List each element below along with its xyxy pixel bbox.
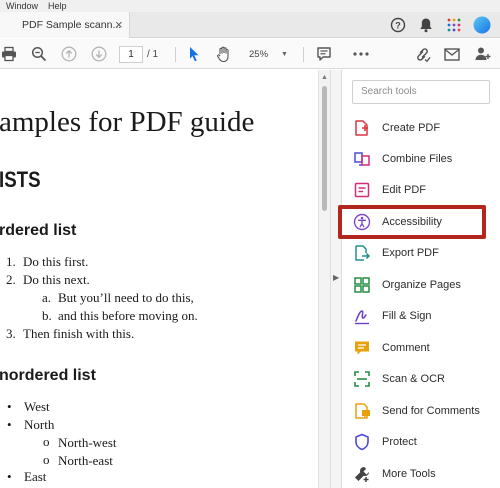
- document-tab[interactable]: PDF Sample scann... ×: [0, 12, 130, 38]
- tool-create-pdf[interactable]: Create PDF: [352, 117, 492, 139]
- chevron-down-icon: ▼: [281, 51, 288, 58]
- export-pdf-icon: [352, 243, 372, 263]
- tool-scan-ocr[interactable]: Scan & OCR: [352, 368, 492, 390]
- tool-label: Protect: [382, 436, 417, 448]
- document-title: amples for PDF guide: [0, 106, 255, 138]
- tool-protect[interactable]: Protect: [352, 431, 492, 453]
- list-item: Then finish with this.: [23, 326, 135, 341]
- scroll-up-arrow-icon[interactable]: ▲: [321, 74, 328, 81]
- list-marker: a.: [42, 290, 52, 305]
- comment-icon: [352, 338, 372, 358]
- tool-label: More Tools: [382, 468, 436, 480]
- next-page-icon[interactable]: [89, 44, 109, 64]
- zoom-level-value: 25%: [249, 49, 269, 60]
- list-item: But you’ll need to do this,: [58, 290, 194, 305]
- tool-more-tools[interactable]: More Tools: [352, 463, 492, 485]
- email-icon[interactable]: [442, 44, 462, 64]
- ordered-list-heading: rdered list: [0, 222, 77, 239]
- tool-comment[interactable]: Comment: [352, 337, 492, 359]
- bullet-marker: •: [7, 469, 12, 484]
- list-marker: 3.: [6, 326, 16, 341]
- tool-label: Send for Comments: [382, 405, 480, 417]
- avatar[interactable]: [472, 16, 492, 34]
- tab-close-button[interactable]: ×: [115, 12, 123, 38]
- comment-icon[interactable]: [314, 44, 334, 64]
- more-options-icon[interactable]: [351, 44, 371, 64]
- send-for-comments-icon: [352, 401, 372, 421]
- bullet-marker: •: [7, 417, 12, 432]
- menu-help[interactable]: Help: [48, 0, 67, 12]
- document-scrollbar[interactable]: ▲: [318, 70, 330, 488]
- pane-divider: ▶: [330, 70, 342, 488]
- unordered-list-heading: nordered list: [0, 367, 96, 384]
- document-page[interactable]: amples for PDF guide ISTS rdered list 1.…: [0, 70, 318, 488]
- share-link-icon[interactable]: [412, 44, 432, 64]
- scrollbar-thumb[interactable]: [322, 86, 327, 211]
- select-cursor-icon[interactable]: [185, 44, 203, 64]
- bullet-marker: o: [43, 452, 50, 467]
- list-item: Do this next.: [23, 272, 90, 287]
- tool-organize-pages[interactable]: Organize Pages: [352, 274, 492, 296]
- organize-pages-icon: [352, 275, 372, 295]
- tool-label: Combine Files: [382, 153, 453, 165]
- list-item: and this before moving on.: [58, 308, 198, 323]
- tool-label: Comment: [382, 342, 430, 354]
- tool-combine-files[interactable]: Combine Files: [352, 148, 492, 170]
- tool-send-for-comments[interactable]: Send for Comments: [352, 400, 492, 422]
- list-item: East: [24, 469, 47, 484]
- protect-icon: [352, 432, 372, 452]
- tool-label: Fill & Sign: [382, 310, 432, 322]
- tool-export-pdf[interactable]: Export PDF: [352, 242, 492, 264]
- tool-fill-sign[interactable]: Fill & Sign: [352, 305, 492, 327]
- edit-pdf-icon: [352, 180, 372, 200]
- search-tools-input[interactable]: Search tools: [352, 80, 490, 104]
- page-number-input[interactable]: 1: [119, 46, 143, 63]
- previous-page-icon[interactable]: [59, 44, 79, 64]
- list-item: North: [24, 417, 55, 432]
- add-user-icon[interactable]: [472, 44, 492, 64]
- more-tools-icon: [352, 464, 372, 484]
- tool-label: Organize Pages: [382, 279, 461, 291]
- list-marker: 1.: [6, 254, 16, 269]
- tool-label: Export PDF: [382, 247, 439, 259]
- list-item: North-east: [58, 453, 113, 468]
- hand-tool-icon[interactable]: [214, 44, 234, 64]
- list-marker: b.: [42, 308, 52, 323]
- tab-title: PDF Sample scann...: [22, 19, 122, 31]
- tools-pane: Search tools Create PDF Combine Files Ed…: [342, 70, 500, 488]
- tool-edit-pdf[interactable]: Edit PDF: [352, 179, 492, 201]
- list-marker: 2.: [6, 272, 16, 287]
- list-item: North-west: [58, 435, 117, 450]
- create-pdf-icon: [352, 118, 372, 138]
- accessibility-highlight-box: [338, 205, 486, 239]
- section-heading-lists: ISTS: [0, 167, 41, 192]
- scan-ocr-icon: [352, 369, 372, 389]
- svg-text:?: ?: [395, 21, 401, 31]
- tool-label: Edit PDF: [382, 184, 427, 196]
- main-toolbar: 1 / 1 25% ▼: [0, 39, 500, 69]
- list-item: Do this first.: [23, 254, 89, 269]
- bullet-marker: o: [43, 434, 50, 449]
- toolbar-separator: [175, 47, 176, 62]
- help-icon[interactable]: ?: [389, 16, 407, 34]
- apps-grid-icon[interactable]: [445, 16, 463, 34]
- collapse-pane-icon[interactable]: ▶: [333, 273, 339, 282]
- zoom-level-select[interactable]: 25% ▼: [245, 46, 292, 63]
- combine-files-icon: [352, 149, 372, 169]
- list-item: West: [24, 399, 50, 414]
- menu-bar: Window Help: [0, 0, 500, 12]
- bullet-marker: •: [7, 399, 12, 414]
- tool-label: Create PDF: [382, 122, 441, 134]
- print-icon[interactable]: [0, 44, 18, 64]
- toolbar-separator: [303, 47, 304, 62]
- zoom-search-icon[interactable]: [29, 44, 49, 64]
- tool-label: Scan & OCR: [382, 373, 445, 385]
- menu-window[interactable]: Window: [6, 0, 38, 12]
- fill-sign-icon: [352, 306, 372, 326]
- notifications-bell-icon[interactable]: [417, 16, 435, 34]
- page-total-label: / 1: [147, 49, 159, 60]
